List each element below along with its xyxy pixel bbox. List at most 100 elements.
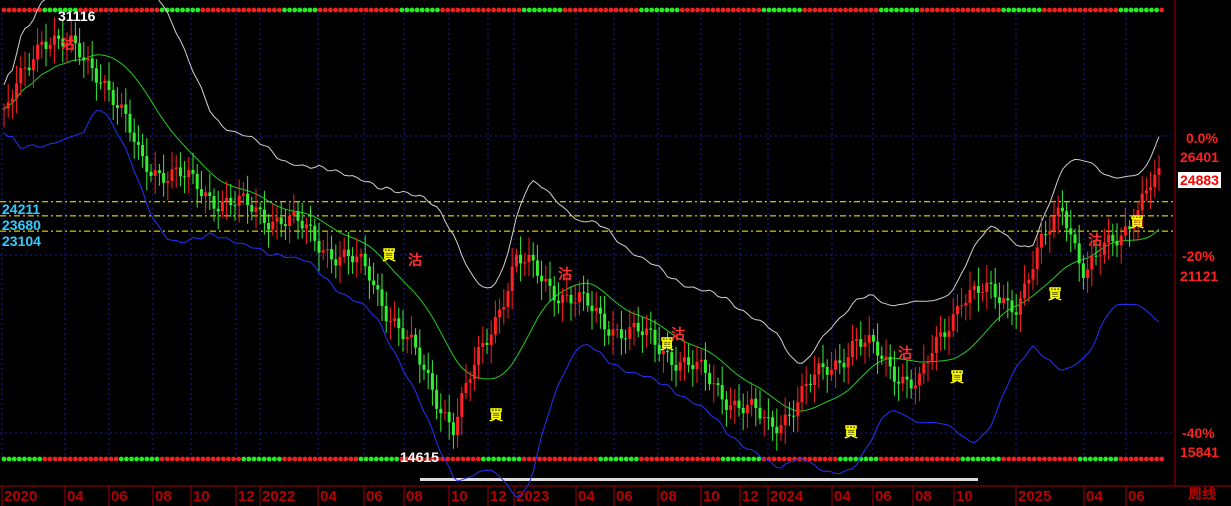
candle-body: [1115, 241, 1119, 246]
signal-dot-bottom: [970, 456, 976, 462]
signal-dot-bottom: [271, 456, 277, 462]
candle-body: [682, 357, 686, 363]
signal-dot-top: [868, 7, 874, 13]
signal-dot-bottom: [985, 456, 991, 462]
signal-dot-top: [659, 7, 665, 13]
signal-dot-bottom: [950, 456, 955, 462]
candle-body: [220, 201, 224, 212]
candle-body: [779, 425, 783, 434]
candle-body: [674, 364, 678, 371]
signal-dot-bottom: [384, 456, 389, 462]
candle-body: [1107, 234, 1111, 243]
signal-dot-top: [914, 7, 920, 13]
signal-dot-bottom: [934, 456, 940, 462]
candle-body: [565, 294, 569, 296]
signal-dot-bottom: [807, 456, 813, 462]
signal-dot-top: [47, 7, 53, 13]
signal-dot-bottom: [516, 456, 522, 462]
sell-signal: 沽: [61, 37, 75, 53]
candle-body: [330, 249, 334, 260]
signal-dot-bottom: [746, 456, 751, 462]
time-axis-label: 08: [406, 488, 423, 505]
signal-dot-top: [741, 7, 746, 13]
candle-body: [838, 360, 842, 363]
weekly-candlestick-chart[interactable]: [0, 0, 1231, 506]
candle-body: [372, 280, 376, 286]
signal-dot-bottom: [134, 456, 140, 462]
signal-dot-top: [623, 7, 629, 13]
signal-dot-bottom: [1026, 456, 1032, 462]
signal-dot-top: [1128, 7, 1134, 13]
signal-dot-top: [572, 7, 578, 13]
signal-dot-top: [557, 7, 563, 13]
signal-dot-top: [1067, 7, 1073, 13]
signal-dot-top: [435, 7, 440, 13]
signal-dot-top: [516, 7, 522, 13]
signal-dot-bottom: [6, 456, 12, 462]
candle-body: [313, 225, 317, 241]
signal-dot-bottom: [613, 456, 619, 462]
candle-body: [1014, 312, 1018, 315]
signal-dot-bottom: [1144, 456, 1149, 462]
candle-body: [561, 294, 565, 304]
candle-body: [754, 398, 758, 408]
candle-body: [598, 307, 602, 314]
signal-dot-bottom: [644, 456, 649, 462]
signal-dot-top: [700, 7, 706, 13]
signal-dot-top: [175, 7, 180, 13]
signal-dot-top: [246, 7, 252, 13]
candle-body: [170, 169, 174, 181]
period-label[interactable]: 周线: [1188, 487, 1216, 501]
signal-dot-top: [1031, 7, 1037, 13]
signal-dot-top: [1006, 7, 1012, 13]
signal-dot-bottom: [822, 456, 828, 462]
signal-dot-top: [185, 7, 191, 13]
signal-dot-top: [965, 7, 971, 13]
candle-body: [15, 83, 19, 99]
signal-dot-top: [822, 7, 828, 13]
candle-body: [472, 364, 476, 380]
signal-dot-bottom: [455, 456, 461, 462]
candle-body: [645, 328, 649, 335]
signal-dot-bottom: [1133, 456, 1139, 462]
signal-dot-bottom: [608, 456, 614, 462]
signal-dot-top: [674, 7, 680, 13]
signal-dot-top: [52, 7, 58, 13]
signal-dot-bottom: [93, 456, 99, 462]
candle-body: [233, 205, 237, 207]
candle-body: [464, 382, 468, 393]
candle-body: [834, 360, 838, 370]
chart-window[interactable]: 31116 14615 24211 23680 23104 0.0% 26401…: [0, 0, 1231, 506]
signal-dot-top: [608, 7, 614, 13]
signal-dot-bottom: [832, 456, 838, 462]
signal-dot-bottom: [1154, 456, 1159, 462]
candle-body: [897, 381, 901, 384]
candle-body: [741, 407, 745, 414]
signal-dot-top: [838, 7, 843, 13]
buy-signal: 買: [489, 408, 503, 424]
candle-body: [288, 215, 292, 227]
signal-dot-top: [730, 7, 736, 13]
candle-body: [351, 256, 355, 263]
signal-dot-bottom: [1118, 456, 1124, 462]
candle-body: [477, 346, 481, 365]
candle-body: [1002, 298, 1006, 304]
signal-dot-top: [792, 7, 797, 13]
candle-body: [628, 327, 632, 339]
signal-dot-bottom: [679, 456, 685, 462]
signal-dot-bottom: [37, 456, 43, 462]
signal-dot-bottom: [317, 456, 323, 462]
candle-body: [871, 335, 875, 342]
signal-dot-bottom: [1011, 456, 1017, 462]
signal-dot-bottom: [639, 456, 644, 462]
signal-dot-bottom: [297, 456, 303, 462]
signal-dot-top: [736, 7, 741, 13]
signal-dot-top: [889, 7, 894, 13]
candle-body: [1027, 279, 1031, 284]
signal-dot-bottom: [266, 456, 272, 462]
signal-dot-top: [1057, 7, 1063, 13]
time-axis-label: 06: [111, 488, 128, 505]
buy-signal: 買: [844, 425, 858, 441]
sell-signal: 沽: [898, 346, 912, 362]
signal-dot-top: [980, 7, 986, 13]
